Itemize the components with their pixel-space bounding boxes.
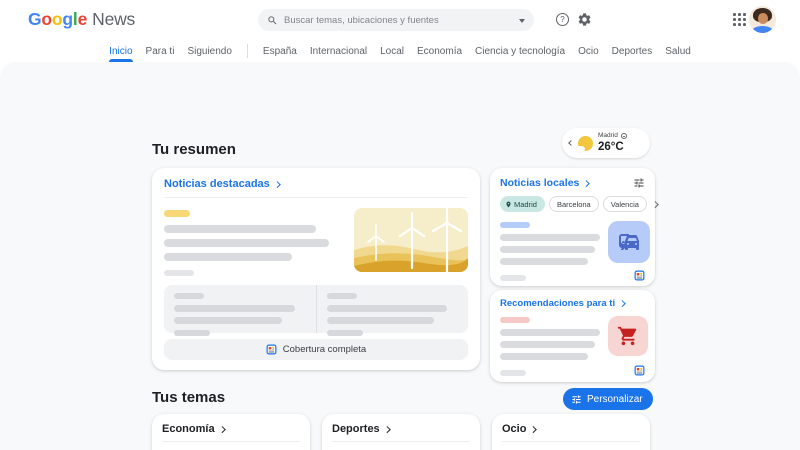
sun-icon: [578, 136, 593, 151]
topic-title: Economía: [162, 423, 215, 435]
recommendations-card: Recomendaciones para ti: [490, 290, 655, 382]
tab-salud[interactable]: Salud: [665, 40, 691, 62]
topics-heading: Tus temas: [152, 389, 225, 406]
tab-inicio[interactable]: Inicio: [109, 40, 132, 62]
tune-icon[interactable]: [633, 177, 645, 189]
topic-card-ocio: Ocio: [492, 414, 650, 450]
topic-deportes-link[interactable]: Deportes: [332, 423, 389, 435]
topic-title: Deportes: [332, 423, 380, 435]
tab-siguiendo[interactable]: Siguiendo: [187, 40, 231, 62]
chip-madrid[interactable]: Madrid: [500, 196, 545, 212]
google-news-logo[interactable]: Google News: [28, 9, 135, 30]
tune-icon: [571, 394, 582, 405]
featured-news-title: Noticias destacadas: [164, 178, 270, 190]
local-news-link[interactable]: Noticias locales: [500, 177, 589, 189]
weather-city: Madrid: [598, 133, 618, 140]
search-dropdown-caret-icon[interactable]: [519, 19, 525, 23]
full-coverage-label: Cobertura completa: [283, 344, 366, 355]
chevron-right-icon: [219, 426, 225, 432]
google-news-page: Google News Inicio Para ti Siguiendo Esp…: [0, 0, 800, 450]
chevron-left-icon[interactable]: [568, 140, 574, 146]
chevron-right-icon: [384, 426, 390, 432]
timestamp-skeleton: [500, 275, 526, 281]
nav-tabs: Inicio Para ti Siguiendo España Internac…: [0, 40, 800, 62]
full-coverage-icon[interactable]: [634, 365, 645, 376]
full-coverage-button[interactable]: Cobertura completa: [164, 339, 468, 360]
avatar-face: [758, 13, 768, 24]
summary-heading: Tu resumen: [152, 141, 236, 158]
full-coverage-icon[interactable]: [634, 270, 645, 281]
chip-barcelona[interactable]: Barcelona: [549, 196, 599, 212]
top-bar: Google News: [0, 0, 800, 40]
topic-title: Ocio: [502, 423, 526, 435]
tab-para-ti[interactable]: Para ti: [146, 40, 175, 62]
recommendations-title: Recomendaciones para ti: [500, 298, 615, 309]
city-chips: Madrid Barcelona Valencia: [500, 196, 645, 212]
location-pin-icon: [505, 201, 512, 208]
apps-grid-icon[interactable]: [733, 13, 746, 26]
weather-temperature: 26°C: [598, 142, 627, 154]
timestamp-skeleton: [500, 370, 526, 376]
logo-letter: o: [41, 9, 52, 29]
chevron-right-icon: [274, 181, 280, 187]
gps-icon: [621, 133, 627, 139]
full-coverage-icon: [266, 344, 277, 355]
logo-letter: o: [52, 9, 63, 29]
logo-letter: g: [62, 9, 73, 29]
recommendations-link[interactable]: Recomendaciones para ti: [500, 298, 645, 309]
chip-valencia[interactable]: Valencia: [603, 196, 647, 212]
featured-news-card: Noticias destacadas: [152, 168, 480, 370]
local-news-card: Noticias locales Madrid Barcelona Valenc…: [490, 168, 655, 286]
logo-product-name: News: [92, 9, 135, 30]
chevron-right-icon: [619, 300, 625, 306]
avatar-shirt: [752, 26, 773, 33]
topic-economia-link[interactable]: Economía: [162, 423, 224, 435]
chip-label: Madrid: [514, 200, 537, 209]
traffic-icon: [608, 221, 650, 263]
search-bar[interactable]: [258, 9, 534, 31]
wind-turbines-illustration: [354, 208, 468, 272]
weather-widget[interactable]: Madrid 26°C: [562, 128, 650, 158]
article-skeleton: [500, 316, 600, 360]
chevron-right-icon: [583, 180, 589, 186]
content-area: Tu resumen Madrid 26°C Noticias destacad…: [0, 62, 800, 450]
chips-scroll-right-icon[interactable]: [652, 201, 658, 207]
settings-gear-icon[interactable]: [577, 12, 592, 27]
help-icon[interactable]: [556, 13, 569, 26]
avatar[interactable]: [749, 6, 776, 33]
tab-economia[interactable]: Economía: [417, 40, 462, 62]
related-articles-skeleton: [164, 285, 468, 333]
personalize-label: Personalizar: [587, 394, 643, 405]
search-input[interactable]: [284, 15, 514, 26]
featured-news-link[interactable]: Noticias destacadas: [164, 178, 468, 190]
personalize-button[interactable]: Personalizar: [563, 388, 653, 410]
logo-letter: e: [78, 9, 88, 29]
cart-icon: [608, 316, 648, 356]
logo-letter: G: [28, 9, 41, 29]
chip-label: Valencia: [611, 200, 639, 209]
local-news-title: Noticias locales: [500, 177, 579, 189]
topic-card-economia: Economía: [152, 414, 310, 450]
tab-local[interactable]: Local: [380, 40, 404, 62]
tab-deportes[interactable]: Deportes: [612, 40, 653, 62]
topic-ocio-link[interactable]: Ocio: [502, 423, 536, 435]
chip-label: Barcelona: [557, 200, 591, 209]
nav-divider: [247, 44, 248, 58]
article-skeleton: [164, 208, 342, 276]
tab-espana[interactable]: España: [263, 40, 297, 62]
tab-ocio[interactable]: Ocio: [578, 40, 599, 62]
topic-card-deportes: Deportes: [322, 414, 480, 450]
chevron-right-icon: [531, 426, 537, 432]
search-icon: [267, 15, 278, 26]
article-skeleton: [500, 221, 600, 265]
tab-internacional[interactable]: Internacional: [310, 40, 367, 62]
tab-ciencia-y-tecnologia[interactable]: Ciencia y tecnología: [475, 40, 565, 62]
